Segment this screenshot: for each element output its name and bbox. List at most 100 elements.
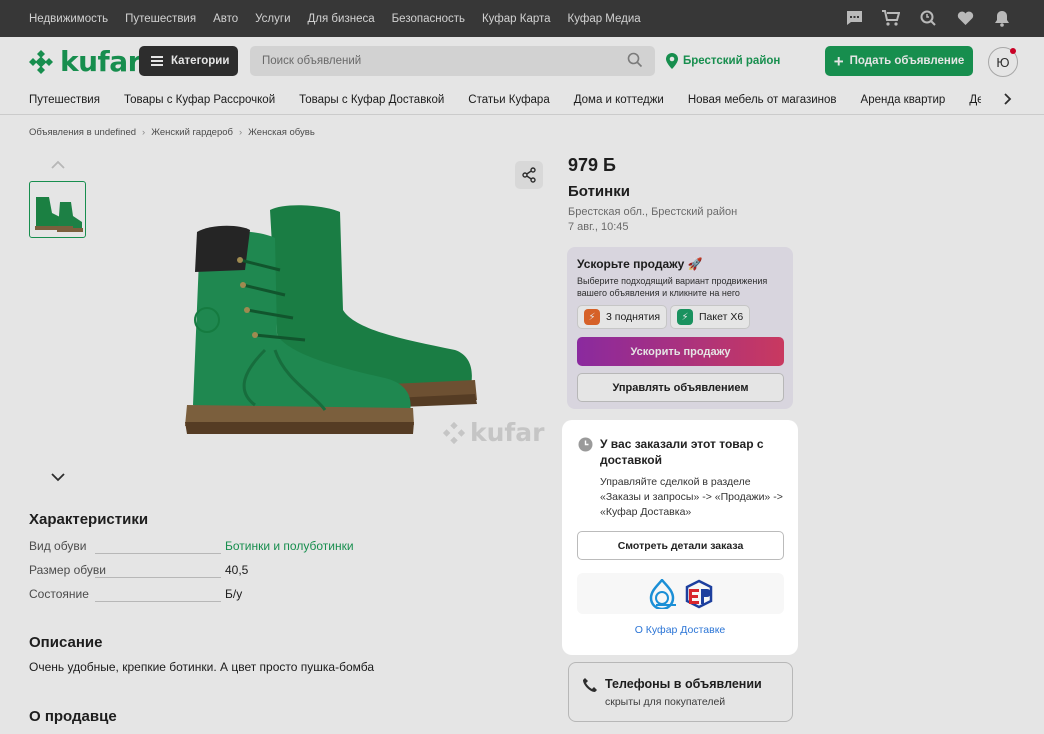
product-image[interactable] (165, 190, 485, 440)
category-bar-item[interactable]: Дома и коттеджи (574, 94, 664, 106)
top-nav-link[interactable]: Куфар Медиа (568, 13, 641, 25)
top-nav-link[interactable]: Куфар Карта (482, 13, 551, 25)
description-title: Описание (29, 634, 103, 651)
boost-sale-button[interactable]: Ускорить продажу (577, 337, 784, 366)
lightning-icon: ⚡ (677, 309, 693, 325)
watermark-text: kufar (470, 418, 545, 447)
phone-icon (582, 677, 598, 698)
chip-label: Пакет Х6 (699, 311, 744, 323)
chevron-down-icon[interactable] (50, 470, 66, 488)
heart-icon[interactable] (955, 8, 975, 28)
logo-text: kufar (60, 45, 141, 78)
phones-subtitle: скрыты для покупателей (605, 696, 726, 708)
category-bar-item[interactable]: Товары с Куфар Доставкой (299, 94, 444, 106)
top-nav-link[interactable]: Безопасность (392, 13, 465, 25)
promo-title: Ускорьте продажу 🚀 (577, 257, 703, 271)
characteristic-row: Вид обуви Ботинки и полуботинки (29, 539, 354, 563)
avatar-letter: Ю (996, 54, 1010, 70)
top-nav-link[interactable]: Недвижимость (29, 13, 108, 25)
top-nav-links: Недвижимость Путешествия Авто Услуги Для биз… (29, 13, 641, 25)
breadcrumb-item[interactable]: Женская обувь (248, 127, 315, 138)
category-bar-item[interactable]: Статьи Куфара (468, 94, 549, 106)
chip-3-bumps[interactable]: ⚡ 3 поднятия (577, 305, 668, 329)
chat-icon[interactable] (844, 8, 864, 28)
top-nav-link[interactable]: Авто (213, 13, 238, 25)
region-selector[interactable]: Брестский район (666, 53, 780, 69)
dotted-divider (95, 577, 221, 578)
search-history-icon[interactable] (918, 8, 938, 28)
search-icon[interactable] (627, 52, 643, 73)
kufar-logo[interactable]: kufar (28, 45, 141, 78)
search-input[interactable] (250, 46, 655, 76)
bell-icon[interactable] (992, 8, 1012, 28)
breadcrumb-separator-icon: › (142, 127, 146, 138)
order-card-title: У вас заказали этот товар с доставкой (600, 437, 764, 467)
chevron-up-icon[interactable] (50, 158, 66, 176)
order-card-text: Управляйте сделкой в разделе «Заказы и з… (600, 476, 783, 518)
region-label: Брестский район (683, 55, 781, 67)
kufar-logo-icon (29, 49, 53, 74)
top-nav-bar: Недвижимость Путешествия Авто Услуги Для биз… (0, 0, 1044, 37)
category-bar-item[interactable]: Товары с Куфар Рассрочкой (124, 94, 275, 106)
location-pin-icon (666, 53, 678, 69)
order-card-highlight: У вас заказали этот товар с доставкой Уп… (562, 420, 798, 655)
categories-label: Категории (171, 55, 230, 67)
view-order-details-button[interactable]: Смотреть детали заказа (577, 531, 784, 560)
top-nav-link[interactable]: Для бизнеса (308, 13, 375, 25)
breadcrumb-item[interactable]: Женский гардероб (151, 127, 233, 138)
breadcrumb-item[interactable]: Объявления в undefined (29, 127, 136, 138)
breadcrumb-separator-icon: › (238, 127, 243, 138)
promo-text: Выберите подходящий вариант продвижения … (577, 276, 768, 298)
characteristic-row: Размер обуви 40,5 (29, 563, 289, 587)
dotted-divider (95, 553, 221, 554)
avatar[interactable]: Ю (988, 47, 1018, 77)
manage-ad-button[interactable]: Управлять объявлением (577, 373, 784, 402)
boot-thumbnail-image (35, 197, 83, 232)
product-price: 979 Б (568, 155, 616, 175)
seller-title: О продавце (29, 708, 117, 725)
characteristic-key: Вид обуви (29, 539, 87, 553)
top-nav-link[interactable]: Услуги (255, 13, 290, 25)
watermark: kufar (442, 418, 545, 447)
category-bar-item[interactable]: Путешествия (29, 94, 100, 106)
characteristic-key: Состояние (29, 587, 89, 601)
chevron-right-icon[interactable] (1000, 92, 1014, 111)
category-bar-item[interactable]: Детск (969, 94, 981, 106)
lightning-icon: ⚡ (584, 309, 600, 325)
product-location: Брестская обл., Брестский район (568, 206, 738, 218)
characteristics-list: Вид обуви Ботинки и полуботинки Размер обу… (29, 539, 354, 611)
post-ad-label: Подать объявление (849, 55, 965, 67)
product-title: Ботинки (568, 183, 630, 200)
characteristic-value: 40,5 (225, 563, 249, 577)
category-bar-item[interactable]: Аренда квартир (861, 94, 946, 106)
post-ad-button[interactable]: + Подать объявление (825, 46, 973, 76)
watermark-logo-icon (442, 421, 466, 444)
characteristic-value[interactable]: Ботинки и полуботинки (225, 539, 354, 553)
gallery-thumbnail[interactable] (29, 181, 86, 238)
notification-dot (1010, 48, 1016, 54)
plus-icon: + (833, 51, 844, 71)
phones-title: Телефоны в объявлении (605, 677, 762, 691)
belpost-logo-icon (649, 578, 676, 609)
characteristics-title: Характеристики (29, 511, 149, 528)
clock-icon (578, 437, 593, 457)
share-icon (522, 167, 536, 183)
category-bar: Путешествия Товары с Куфар Рассрочкой Това… (0, 85, 1044, 115)
product-date: 7 авг., 10:45 (568, 221, 629, 233)
breadcrumb: Объявления в undefined › Женский гардероб ›… (29, 127, 315, 138)
category-bar-item[interactable]: Новая мебель от магазинов (688, 94, 837, 106)
share-button[interactable] (515, 161, 543, 189)
category-bar-items: Путешествия Товары с Куфар Рассрочкой Това… (29, 94, 981, 106)
chip-package-x6[interactable]: ⚡ Пакет Х6 (670, 305, 751, 329)
dotted-divider (95, 601, 221, 602)
characteristic-key: Размер обуви (29, 563, 106, 577)
about-kufar-delivery-link[interactable]: О Куфар Доставке (569, 624, 791, 636)
categories-button[interactable]: Категории (139, 46, 238, 76)
characteristic-value: Б/у (225, 587, 243, 601)
promo-panel: Ускорьте продажу 🚀 Выберите подходящий в… (567, 247, 793, 409)
cart-icon[interactable] (881, 8, 901, 28)
top-nav-link[interactable]: Путешествия (125, 13, 196, 25)
phones-card[interactable]: Телефоны в объявлении скрыты для покупат… (568, 662, 793, 722)
delivery-partner-logos (577, 573, 784, 614)
characteristic-row: Состояние Б/у (29, 587, 289, 611)
